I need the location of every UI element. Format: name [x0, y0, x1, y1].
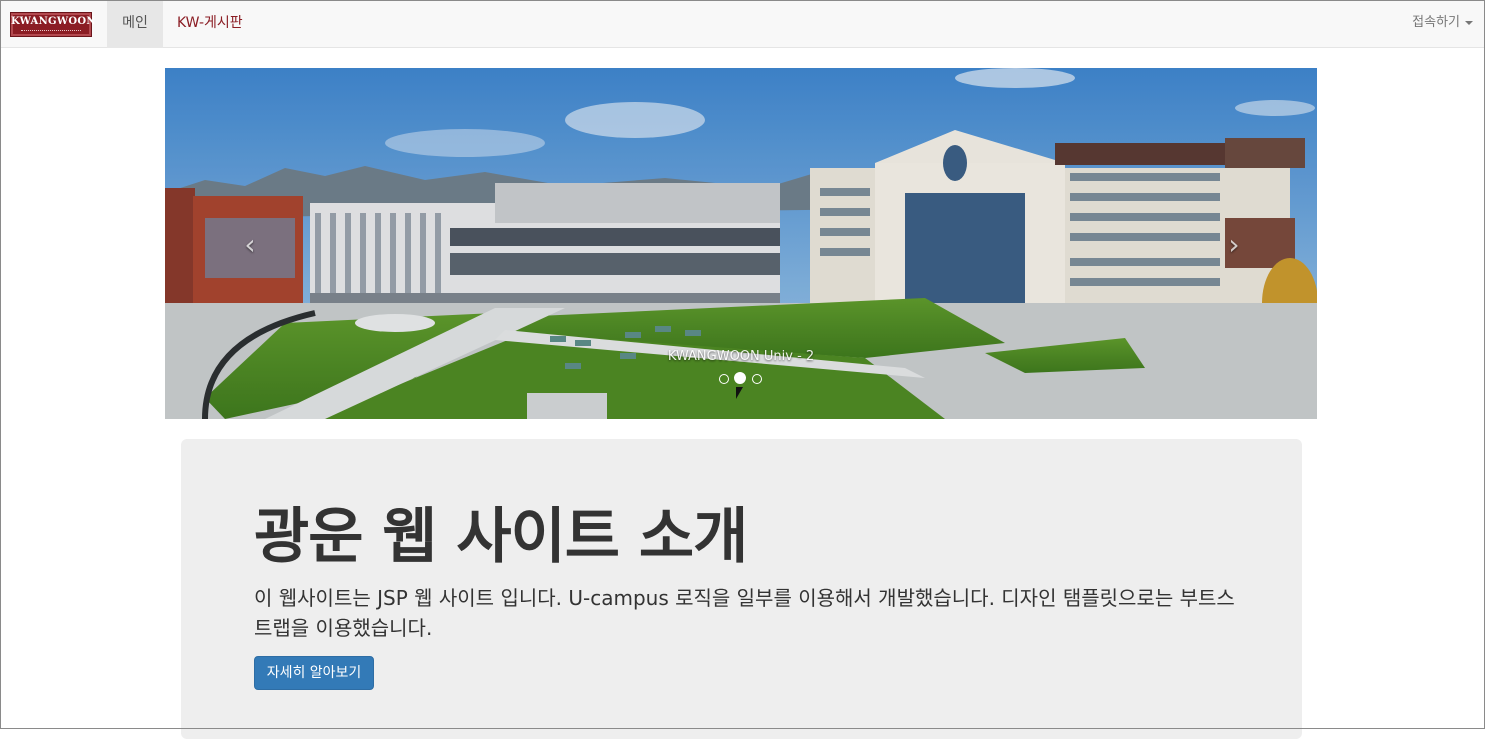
page-title: 광운 웹 사이트 소개: [254, 502, 748, 572]
chevron-right-icon: ›: [1228, 228, 1240, 261]
carousel-indicator-3[interactable]: [752, 374, 762, 384]
top-navbar: KWANGWOON 메인 KW-게시판 접속하기: [0, 0, 1485, 48]
campus-carousel[interactable]: ‹ › KWANGWOON Univ - 2: [165, 68, 1317, 419]
brand-text: KWANGWOON: [11, 16, 96, 27]
connect-dropdown[interactable]: 접속하기: [1412, 0, 1473, 48]
intro-description: 이 웹사이트는 JSP 웹 사이트 입니다. U-campus 로직을 일부를 …: [254, 586, 1235, 640]
learn-more-button[interactable]: 자세히 알아보기: [254, 656, 374, 690]
carousel-prev-button[interactable]: ‹: [235, 228, 265, 262]
caret-down-icon: [1465, 20, 1473, 25]
carousel-indicators: [719, 372, 763, 386]
campus-photo: [165, 68, 1317, 419]
brand-underline: [21, 30, 81, 33]
connect-label: 접속하기: [1412, 15, 1460, 30]
kwangwoon-logo[interactable]: KWANGWOON: [10, 12, 96, 37]
carousel-next-button[interactable]: ›: [1219, 228, 1249, 262]
carousel-indicator-1[interactable]: [719, 374, 729, 384]
carousel-caption: KWANGWOON Univ - 2: [667, 349, 815, 364]
nav-item-board[interactable]: KW-게시판: [177, 0, 243, 48]
chevron-left-icon: ‹: [244, 228, 256, 261]
intro-jumbotron: 광운 웹 사이트 소개 이 웹사이트는 JSP 웹 사이트 입니다. U-cam…: [181, 439, 1302, 739]
carousel-indicator-2[interactable]: [734, 372, 746, 384]
mouse-cursor-icon: [736, 387, 743, 399]
nav-item-main[interactable]: 메인: [107, 0, 163, 48]
